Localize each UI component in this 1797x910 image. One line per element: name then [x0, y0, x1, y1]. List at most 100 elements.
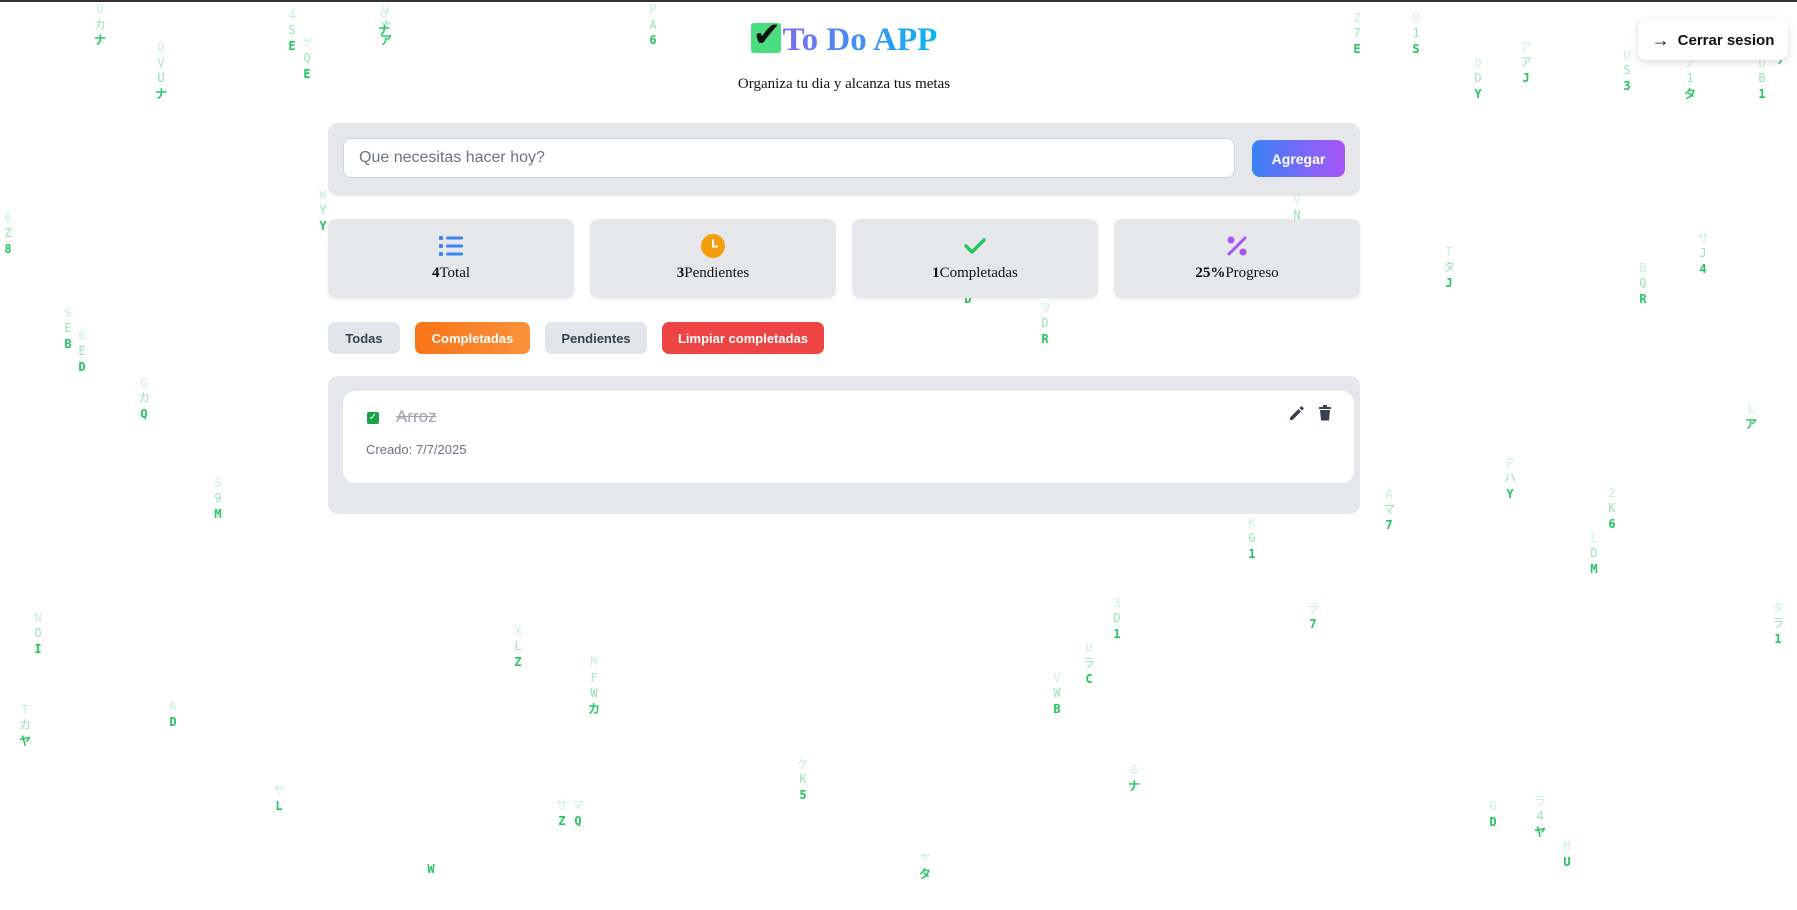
- matrix-char: 2: [1608, 485, 1616, 500]
- filter-all-button[interactable]: Todas: [328, 322, 400, 354]
- matrix-char: 1: [1774, 631, 1782, 646]
- matrix-char: M: [214, 506, 222, 521]
- matrix-char: Q: [140, 406, 148, 421]
- matrix-char: L: [275, 798, 283, 813]
- matrix-column: 6ED: [76, 329, 88, 376]
- matrix-char: ハ: [1504, 471, 1517, 485]
- matrix-char: 7: [1309, 616, 1317, 631]
- matrix-char: G: [1130, 763, 1138, 777]
- task-input[interactable]: [343, 138, 1235, 178]
- matrix-column: Tカヤ: [19, 703, 31, 750]
- matrix-char: 3: [1113, 595, 1121, 610]
- matrix-char: D: [169, 714, 177, 729]
- clear-completed-button[interactable]: Limpiar completadas: [662, 322, 824, 354]
- matrix-column: MFWカ: [588, 655, 600, 717]
- task-created-date: Creado: 7/7/2025: [366, 442, 467, 457]
- matrix-char: 6: [78, 328, 86, 343]
- matrix-char: K: [799, 772, 807, 786]
- trash-icon[interactable]: [1316, 404, 1336, 424]
- matrix-column: BQR: [1637, 261, 1649, 308]
- matrix-column: NOI: [32, 611, 44, 658]
- matrix-char: D: [1489, 814, 1497, 829]
- matrix-char: L: [1747, 401, 1755, 415]
- matrix-char: U: [380, 7, 388, 21]
- matrix-char: ヤ: [919, 851, 932, 865]
- matrix-column: ケK5: [797, 757, 809, 804]
- matrix-column: LDM: [1588, 531, 1600, 578]
- matrix-char: U: [1563, 854, 1571, 869]
- filter-completed-button[interactable]: Completadas: [415, 322, 530, 354]
- filter-pending-button[interactable]: Pendientes: [545, 322, 647, 354]
- matrix-char: Y: [319, 203, 327, 217]
- add-button[interactable]: Agregar: [1252, 140, 1345, 177]
- matrix-char: O: [34, 626, 42, 640]
- matrix-char: D: [1113, 611, 1121, 625]
- matrix-char: タ: [919, 866, 932, 881]
- matrix-char: L: [514, 639, 522, 653]
- matrix-char: U: [382, 2, 390, 16]
- matrix-char: I: [34, 641, 42, 656]
- matrix-char: ケ: [797, 756, 810, 771]
- matrix-char: Z: [4, 226, 12, 240]
- matrix-column: SEB: [62, 306, 74, 353]
- matrix-char: P: [1506, 455, 1514, 470]
- matrix-char: R: [1639, 291, 1647, 306]
- matrix-char: カ: [588, 701, 601, 716]
- matrix-column: ヤL: [273, 783, 285, 814]
- matrix-char: H: [1563, 839, 1571, 853]
- stat-pending: 3Pendientes: [590, 219, 836, 298]
- matrix-char: F: [590, 670, 598, 685]
- matrix-char: 7: [1385, 517, 1393, 532]
- matrix-char: G: [140, 375, 148, 390]
- matrix-char: マ: [1383, 502, 1396, 516]
- matrix-column: GD: [1487, 799, 1499, 830]
- matrix-char: 5: [799, 787, 807, 802]
- matrix-column: HU: [1561, 839, 1573, 870]
- matrix-char: Z: [514, 654, 522, 669]
- matrix-char: ラ: [1083, 656, 1096, 670]
- matrix-column: サZ: [556, 798, 568, 829]
- matrix-char: ヤ: [1534, 824, 1547, 839]
- matrix-char: ヤ: [19, 733, 32, 748]
- matrix-column: ヲDR: [1039, 301, 1051, 348]
- stat-pending-label: 3Pendientes: [676, 265, 750, 281]
- matrix-char: Q: [1639, 276, 1647, 290]
- matrix-column: XLZ: [512, 624, 524, 671]
- matrix-char: W: [427, 861, 435, 876]
- matrix-char: カ: [138, 391, 151, 405]
- clock-icon: [701, 233, 725, 259]
- matrix-char: N: [34, 610, 42, 625]
- matrix-column: ヤタ: [919, 851, 931, 882]
- matrix-char: P: [649, 2, 657, 16]
- matrix-char: Y: [1506, 486, 1514, 501]
- stat-total-label: 4Total: [431, 265, 471, 281]
- matrix-char: ヤ: [273, 783, 286, 797]
- matrix-column: OB1: [1756, 56, 1768, 103]
- matrix-char: カ: [19, 718, 32, 732]
- task-checkbox[interactable]: ✓: [367, 412, 379, 424]
- matrix-char: 8: [4, 241, 12, 256]
- matrix-char: ラ: [1772, 616, 1785, 630]
- matrix-char: 9: [214, 491, 222, 505]
- matrix-char: X: [514, 623, 522, 638]
- matrix-char: K: [1248, 515, 1256, 530]
- matrix-char: Z: [558, 813, 566, 828]
- matrix-char: 6: [1608, 516, 1616, 531]
- matrix-char: G: [1489, 799, 1497, 813]
- edit-icon[interactable]: [1288, 404, 1308, 424]
- matrix-char: サ: [556, 798, 569, 812]
- matrix-column: Gナ: [1128, 763, 1140, 794]
- matrix-char: R: [1041, 331, 1049, 346]
- stat-total: 4Total: [328, 219, 574, 298]
- task-item: ✓ Arroz Creado: 7/7/2025: [343, 391, 1354, 483]
- matrix-char: ラ: [1534, 793, 1547, 808]
- matrix-char: B: [1758, 71, 1766, 85]
- matrix-char: ラ: [1307, 601, 1320, 615]
- matrix-char: D: [1590, 546, 1598, 560]
- matrix-char: G: [1248, 531, 1256, 545]
- matrix-column: S9M: [212, 476, 224, 523]
- matrix-char: 4: [288, 7, 296, 22]
- matrix-char: 1: [1758, 86, 1766, 101]
- matrix-char: E: [64, 321, 72, 335]
- app-title: To Do APP: [782, 22, 938, 58]
